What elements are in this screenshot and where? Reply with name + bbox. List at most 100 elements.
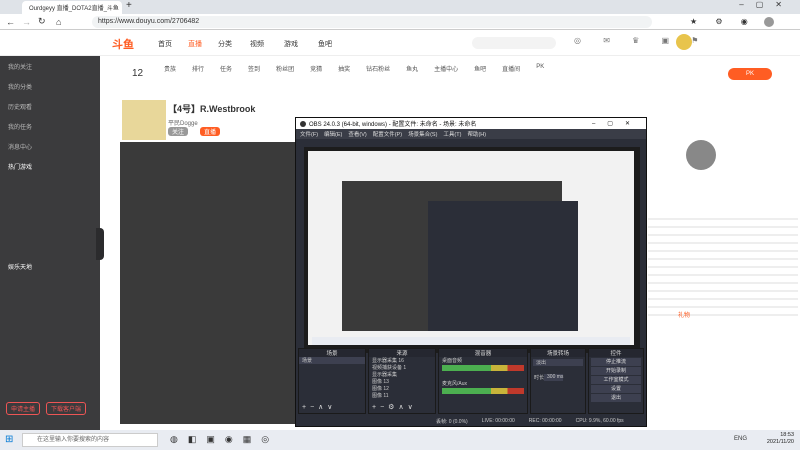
exit-button[interactable]: 退出 [591, 394, 641, 402]
settings-button[interactable]: 设置 [591, 385, 641, 393]
source-item[interactable]: 图像 11 [369, 392, 435, 399]
scene-controls[interactable]: +−∧∨ [302, 403, 336, 411]
category-strip: 12 贵族 排行 任务 签到 粉丝团 竞猜 抽奖 钻石粉丝 鱼丸 主播中心 鱼吧 直播间 PK PK [100, 56, 800, 96]
source-item[interactable]: 视频捕获设备 1 [369, 364, 435, 371]
obs-window-controls[interactable]: –▢✕ [592, 120, 646, 127]
streamer-avatar[interactable] [122, 100, 166, 140]
sidebar-item-message[interactable]: 消息中心 [0, 136, 100, 156]
duration-label: 时长 [534, 375, 545, 381]
browser-tab[interactable]: Ourdgeyy 直播_DOTA2直播_斗鱼 [22, 1, 122, 14]
mixer-desktop-meter[interactable] [442, 365, 524, 371]
site-search-input[interactable] [472, 37, 556, 49]
controls-dock: 控件 停止推流 开始录制 工作室模式 设置 退出 [588, 348, 644, 414]
pk-button[interactable]: PK [728, 68, 772, 80]
window-controls[interactable]: –▢✕ [739, 0, 794, 9]
start-icon[interactable]: ⊞ [5, 434, 13, 445]
nav-fishbar[interactable]: 鱼吧 [318, 39, 332, 49]
obs-menu-item[interactable]: 工具(T) [443, 130, 461, 138]
sidebar-item-follow[interactable]: 我的关注 [0, 56, 100, 76]
studio-mode-button[interactable]: 工作室模式 [591, 376, 641, 384]
taskbar-time: 18:53 [780, 432, 794, 438]
transition-select[interactable]: 淡出 [533, 359, 583, 366]
nav-home[interactable]: 首页 [158, 39, 172, 49]
obs-menu-item[interactable]: 查看(V) [348, 130, 366, 138]
category-item[interactable]: 排行 [192, 64, 204, 73]
nav-live[interactable]: 直播 [188, 39, 202, 49]
obs-menu-item[interactable]: 帮助(H) [467, 130, 486, 138]
start-record-button[interactable]: 开始录制 [591, 367, 641, 375]
obs-menu-item[interactable]: 文件(F) [300, 130, 318, 138]
new-tab-button[interactable]: + [126, 0, 132, 11]
site-logo[interactable]: 斗鱼 [112, 36, 134, 52]
taskbar-clock[interactable]: 18:53 2021/11/20 [767, 432, 794, 446]
controls-dock-title: 控件 [589, 349, 643, 357]
sidebar-collapse-handle[interactable] [96, 228, 104, 260]
category-item[interactable]: 钻石粉丝 [366, 64, 390, 73]
browser-tab-bar: Ourdgeyy 直播_DOTA2直播_斗鱼 + –▢✕ [0, 0, 800, 14]
category-item[interactable]: 直播间 [502, 64, 520, 73]
status-dropped: 丢帧: 0 (0.0%) [436, 418, 468, 425]
scenes-dock-title: 场景 [299, 349, 365, 357]
streamer-name[interactable]: 平民Dogge [168, 118, 198, 127]
source-item[interactable]: 图像 13 [369, 378, 435, 385]
apply-streamer-button[interactable]: 申请主播 [6, 402, 41, 415]
user-avatar[interactable] [676, 34, 692, 50]
sidebar-section-games: 热门游戏 [8, 164, 33, 171]
source-item[interactable]: 显示器采集 [369, 371, 435, 378]
category-item[interactable]: PK [536, 64, 544, 73]
category-item[interactable]: 鱼吧 [474, 64, 486, 73]
transitions-dock: 场景转场 淡出 时长 300 ms [530, 348, 586, 414]
taskbar-apps[interactable]: ◍◧▣◉▦◎ [170, 434, 279, 445]
source-item[interactable]: 显示器采集 16 [369, 357, 435, 364]
taskbar-search-input[interactable]: 在这里输入你要搜索的内容 [22, 433, 158, 447]
category-item[interactable]: 主播中心 [434, 64, 458, 73]
follow-badge[interactable]: 关注 [168, 127, 189, 136]
category-item[interactable]: 粉丝团 [276, 64, 294, 73]
nav-game[interactable]: 游戏 [284, 39, 298, 49]
nav-video[interactable]: 视频 [250, 39, 264, 49]
obs-titlebar: OBS 24.0.3 (64-bit, windows) - 配置文件: 未命名… [296, 118, 646, 129]
category-item[interactable]: 抽奖 [338, 64, 350, 73]
back-icon[interactable]: ← [6, 17, 15, 27]
status-cpu: CPU: 9.9%, 60.00 fps [575, 418, 624, 424]
forward-icon[interactable]: → [22, 17, 31, 27]
sidebar-item-history[interactable]: 历史观看 [0, 96, 100, 116]
anchor-avatar[interactable] [686, 140, 716, 170]
extensions-icon[interactable]: ★ ⚙ ◉ [690, 17, 756, 26]
mixer-mic-meter[interactable] [442, 388, 524, 394]
source-controls[interactable]: +−⚙∧∨ [372, 403, 417, 411]
scenes-dock: 场景 场景 +−∧∨ [298, 348, 366, 414]
obs-preview[interactable] [304, 147, 640, 353]
sidebar-item-category[interactable]: 我的分类 [0, 76, 100, 96]
nested-preview [308, 151, 634, 345]
category-item[interactable]: 任务 [220, 64, 232, 73]
stop-stream-button[interactable]: 停止推流 [591, 358, 641, 366]
obs-window[interactable]: OBS 24.0.3 (64-bit, windows) - 配置文件: 未命名… [295, 117, 647, 427]
scene-item[interactable]: 场景 [299, 357, 365, 364]
sidebar-section-ent: 娱乐天地 [8, 264, 33, 271]
nav-category[interactable]: 分类 [218, 39, 232, 49]
room-title: 【4号】R.Westbrook [168, 104, 256, 114]
reload-icon[interactable]: ↻ [38, 16, 46, 27]
mixer-dock-title: 混音器 [439, 349, 527, 357]
download-client-button[interactable]: 下载客户端 [46, 402, 87, 415]
obs-menu-item[interactable]: 编辑(E) [324, 130, 342, 138]
obs-menu-item[interactable]: 场景集合(S) [408, 130, 437, 138]
profile-avatar[interactable] [764, 17, 774, 27]
obs-menu-item[interactable]: 配置文件(P) [373, 130, 402, 138]
home-icon[interactable]: ⌂ [56, 17, 61, 27]
category-item[interactable]: 鱼丸 [406, 64, 418, 73]
category-item[interactable]: 签到 [248, 64, 260, 73]
obs-logo-icon [300, 120, 306, 127]
category-item[interactable]: 竞猜 [310, 64, 322, 73]
mixer-dock: 混音器 桌面音频 麦克风/Aux [438, 348, 528, 414]
duration-input[interactable]: 300 ms [544, 374, 564, 381]
url-input[interactable]: https://www.douyu.com/2706482 [92, 16, 652, 28]
obs-title: OBS 24.0.3 (64-bit, windows) - 配置文件: 未命名… [309, 122, 477, 128]
address-bar-row: ← → ↻ ⌂ https://www.douyu.com/2706482 ★ … [0, 14, 800, 30]
category-item[interactable]: 贵族 [164, 64, 176, 73]
source-item[interactable]: 图像 12 [369, 385, 435, 392]
tab-title: Ourdgeyy 直播_DOTA2直播_斗鱼 [29, 6, 119, 12]
taskbar-lang[interactable]: ENG [734, 436, 747, 442]
sidebar-item-task[interactable]: 我的任务 [0, 116, 100, 136]
